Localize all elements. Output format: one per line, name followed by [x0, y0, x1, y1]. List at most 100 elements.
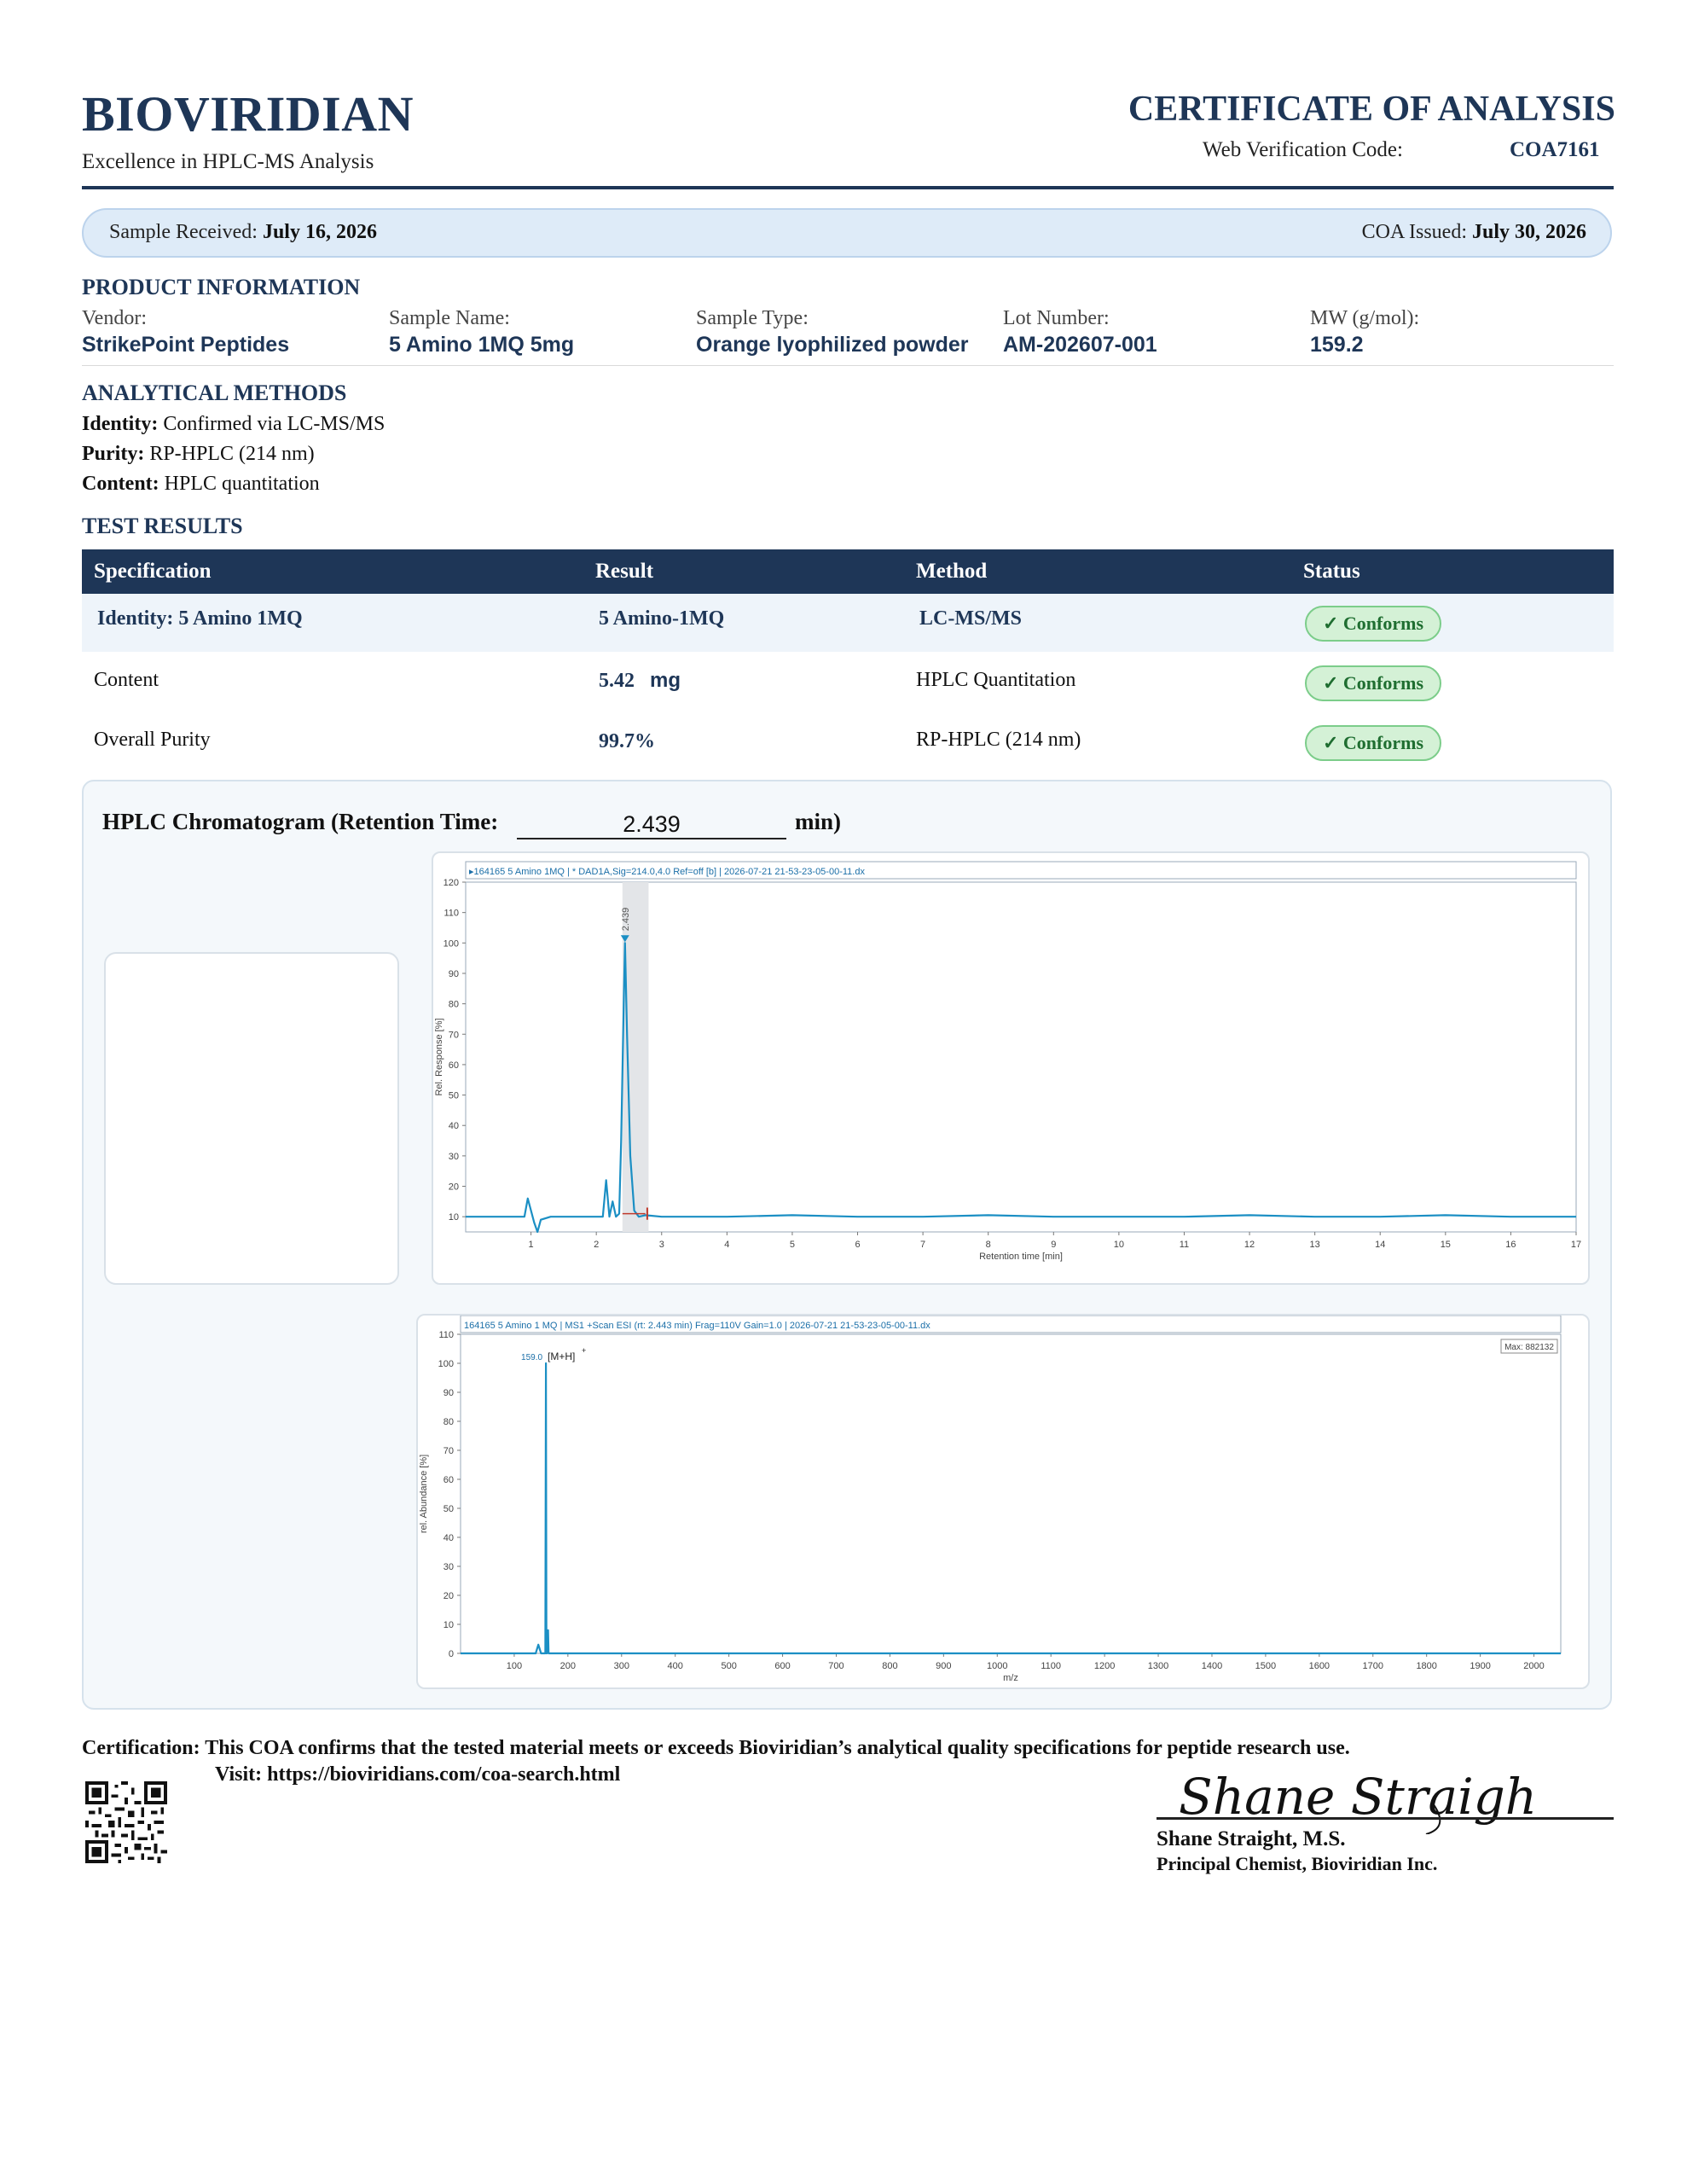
method-purity: Purity: RP-HPLC (214 nm)	[82, 443, 315, 466]
x-tick-label: 6	[855, 1240, 860, 1250]
method-content-value: HPLC quantitation	[164, 473, 320, 495]
results-table-header: Specification Result Method Status	[82, 549, 1614, 594]
x-tick-label: 1400	[1202, 1661, 1222, 1671]
col-status: Status	[1303, 560, 1360, 583]
signature-line	[1157, 1817, 1614, 1820]
y-tick-label: 100	[443, 938, 459, 949]
method-identity-cell: LC-MS/MS	[919, 607, 1022, 630]
method-content-cell: HPLC Quantitation	[916, 669, 1076, 691]
y-tick-label: 40	[443, 1533, 454, 1543]
method-identity-label: Identity:	[82, 413, 159, 435]
signatory-title: Principal Chemist, Bioviridian Inc.	[1157, 1853, 1438, 1874]
x-tick-label: 2000	[1523, 1661, 1544, 1671]
signatory-name: Shane Straight, M.S.	[1157, 1827, 1346, 1850]
coa-issued: COA Issued: July 30, 2026	[1362, 221, 1586, 244]
y-axis-label: rel. Abundance [%]	[419, 1455, 429, 1533]
date-bar: Sample Received: July 16, 2026 COA Issue…	[82, 208, 1612, 258]
x-tick-label: 14	[1375, 1240, 1385, 1250]
qr-code-icon[interactable]	[85, 1781, 167, 1863]
coa-issued-label: COA Issued:	[1361, 221, 1467, 243]
vendor-label: Vendor:	[82, 307, 147, 329]
peak-retention-label: 2.439	[621, 908, 631, 932]
x-tick-label: 1700	[1363, 1661, 1383, 1671]
table-row: Identity: 5 Amino 1MQ 5 Amino-1MQ LC-MS/…	[82, 594, 1614, 652]
col-method: Method	[916, 560, 988, 583]
x-tick-label: 300	[614, 1661, 629, 1671]
x-tick-label: 1300	[1148, 1661, 1168, 1671]
y-tick-label: 60	[449, 1060, 459, 1071]
x-tick-label: 10	[1114, 1240, 1124, 1250]
sample-name-label: Sample Name:	[389, 307, 510, 329]
method-content-label: Content:	[82, 473, 159, 495]
certification-statement: Certification: This COA confirms that th…	[82, 1737, 1350, 1760]
x-tick-label: 1600	[1309, 1661, 1330, 1671]
hplc-chart-card: ▸164165 5 Amino 1MQ | * DAD1A,Sig=214.0,…	[432, 851, 1590, 1285]
x-axis-label: Retention time [min]	[979, 1252, 1063, 1262]
x-tick-label: 12	[1244, 1240, 1255, 1250]
y-tick-label: 30	[449, 1152, 459, 1162]
y-tick-label: 20	[449, 1182, 459, 1193]
result-content-unit: mg	[650, 669, 681, 692]
y-tick-label: 50	[449, 1091, 459, 1101]
y-tick-label: 10	[449, 1212, 459, 1223]
table-row: Overall Purity 99.7% RP-HPLC (214 nm) ✓ …	[82, 713, 1614, 771]
x-tick-label: 1	[529, 1240, 534, 1250]
y-tick-label: 70	[443, 1446, 454, 1456]
lot-number-value: AM-202607-001	[1003, 333, 1157, 357]
x-tick-label: 1800	[1416, 1661, 1436, 1671]
visit-link[interactable]: https://bioviridians.com/coa-search.html	[267, 1763, 620, 1786]
sample-image-placeholder	[104, 952, 399, 1285]
result-content: 5.42 mg	[599, 669, 681, 693]
header-divider	[82, 186, 1614, 189]
method-identity-value: Confirmed via LC-MS/MS	[163, 413, 386, 435]
y-tick-label: 120	[443, 878, 459, 888]
coa-issued-value: July 30, 2026	[1471, 221, 1586, 243]
peak-ion-charge: +	[582, 1346, 586, 1355]
chromatogram-title: HPLC Chromatogram (Retention Time:	[102, 809, 499, 834]
vendor-value: StrikePoint Peptides	[82, 333, 290, 357]
x-tick-label: 1900	[1470, 1661, 1490, 1671]
peak-ion-label: [M+H]	[548, 1350, 575, 1362]
sample-type-value: Orange lyophilized powder	[696, 333, 969, 357]
chart-title: 164165 5 Amino 1 MQ | MS1 +Scan ESI (rt:…	[464, 1321, 930, 1331]
mw-label: MW (g/mol):	[1310, 307, 1420, 329]
plot-frame	[460, 1333, 1562, 1654]
document-title: CERTIFICATE OF ANALYSIS	[1128, 90, 1615, 129]
method-purity-label: Purity:	[82, 443, 145, 465]
y-tick-label: 110	[438, 1330, 454, 1340]
hplc-chromatogram-chart: ▸164165 5 Amino 1MQ | * DAD1A,Sig=214.0,…	[434, 861, 1581, 1262]
product-info-divider	[82, 365, 1614, 366]
y-tick-label: 40	[449, 1121, 459, 1131]
x-tick-label: 900	[936, 1661, 951, 1671]
sample-type-label: Sample Type:	[696, 307, 809, 329]
method-identity: Identity: Confirmed via LC-MS/MS	[82, 413, 385, 436]
peak-window-highlight	[622, 882, 649, 1232]
sample-name-value: 5 Amino 1MQ 5mg	[389, 333, 575, 357]
x-tick-label: 100	[507, 1661, 522, 1671]
x-tick-label: 400	[668, 1661, 683, 1671]
data-series-line	[461, 1362, 1561, 1655]
lot-number-label: Lot Number:	[1003, 307, 1110, 329]
x-tick-label: 8	[986, 1240, 991, 1250]
visit-label: Visit:	[215, 1763, 263, 1786]
status-badge: ✓ Conforms	[1305, 725, 1441, 761]
retention-time-field: 2.439	[517, 805, 786, 839]
x-tick-label: 1100	[1041, 1661, 1061, 1671]
x-tick-label: 16	[1505, 1240, 1516, 1250]
y-tick-label: 50	[443, 1504, 454, 1514]
y-tick-label: 80	[449, 1000, 459, 1010]
brand-tagline: Excellence in HPLC-MS Analysis	[82, 150, 374, 173]
y-tick-label: 110	[443, 909, 459, 919]
x-tick-label: 5	[790, 1240, 795, 1250]
x-tick-label: 200	[560, 1661, 576, 1671]
y-axis-label: Rel. Response [%]	[434, 1018, 444, 1095]
y-tick-label: 30	[443, 1562, 454, 1572]
method-purity-value: RP-HPLC (214 nm)	[149, 443, 315, 465]
y-tick-label: 20	[443, 1591, 454, 1601]
x-tick-label: 2	[594, 1240, 599, 1250]
result-identity: 5 Amino-1MQ	[599, 607, 725, 630]
x-tick-label: 7	[920, 1240, 925, 1250]
table-row: Content 5.42 mg HPLC Quantitation ✓ Conf…	[82, 653, 1614, 712]
y-tick-label: 70	[449, 1030, 459, 1040]
spec-purity: Overall Purity	[94, 729, 211, 751]
